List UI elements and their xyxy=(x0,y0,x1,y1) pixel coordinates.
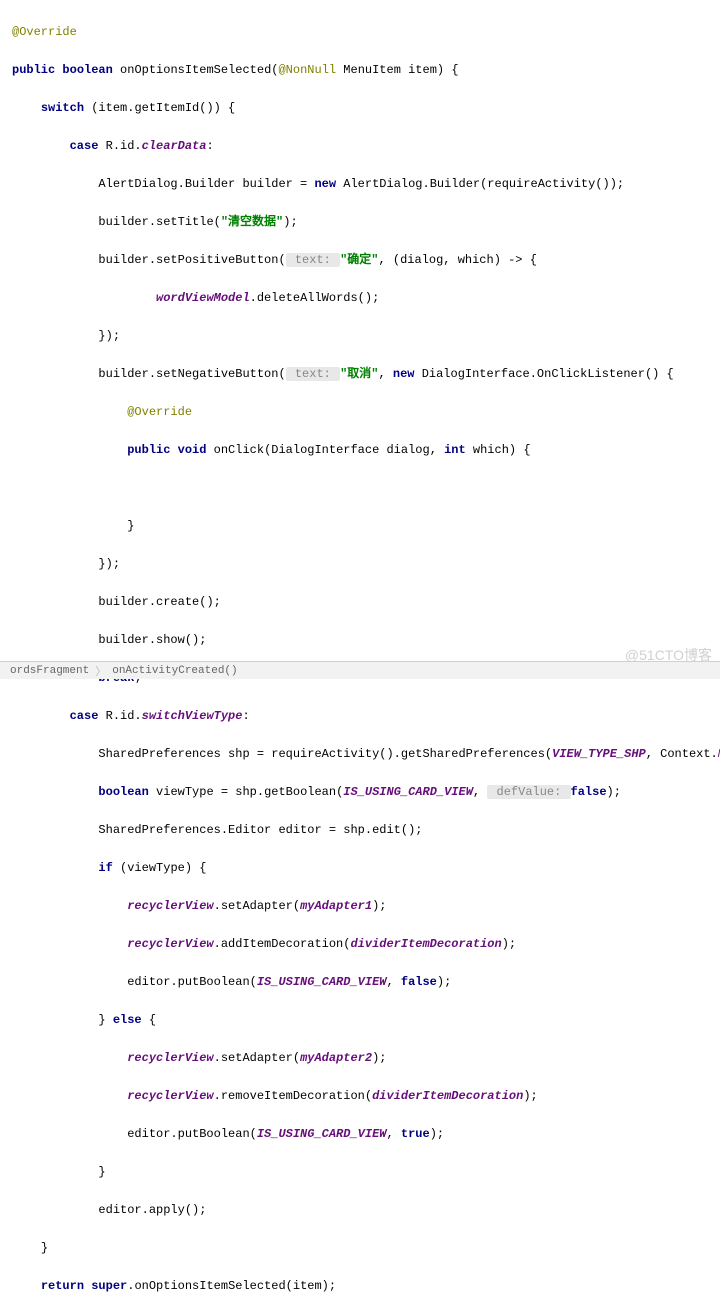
breadcrumb-item[interactable]: onActivityCreated() xyxy=(106,665,243,677)
code-line: if (viewType) { xyxy=(12,859,720,878)
code-line: editor.apply(); xyxy=(12,1201,720,1220)
code-line: recyclerView.addItemDecoration(dividerIt… xyxy=(12,935,720,954)
code-line: builder.create(); xyxy=(12,593,720,612)
code-line xyxy=(12,479,720,498)
code-line: builder.show(); xyxy=(12,631,720,650)
code-line: case R.id.switchViewType: xyxy=(12,707,720,726)
code-line: return super.onOptionsItemSelected(item)… xyxy=(12,1277,720,1296)
code-line: } xyxy=(12,1163,720,1182)
code-line: recyclerView.removeItemDecoration(divide… xyxy=(12,1087,720,1106)
code-line: @Override xyxy=(12,403,720,422)
code-editor[interactable]: @Override public boolean onOptionsItemSe… xyxy=(0,0,720,1315)
code-line: recyclerView.setAdapter(myAdapter2); xyxy=(12,1049,720,1068)
code-line: AlertDialog.Builder builder = new AlertD… xyxy=(12,175,720,194)
code-line: builder.setPositiveButton( text: "确定", (… xyxy=(12,251,720,270)
code-line: public boolean onOptionsItemSelected(@No… xyxy=(12,61,720,80)
code-line: } else { xyxy=(12,1011,720,1030)
code-line: public void onClick(DialogInterface dial… xyxy=(12,441,720,460)
code-line: }); xyxy=(12,327,720,346)
code-line: recyclerView.setAdapter(myAdapter1); xyxy=(12,897,720,916)
code-line: editor.putBoolean(IS_USING_CARD_VIEW, fa… xyxy=(12,973,720,992)
breadcrumb-item[interactable]: ordsFragment xyxy=(4,665,95,677)
code-line: SharedPreferences.Editor editor = shp.ed… xyxy=(12,821,720,840)
code-line: SharedPreferences shp = requireActivity(… xyxy=(12,745,720,764)
code-line: case R.id.clearData: xyxy=(12,137,720,156)
code-line: boolean viewType = shp.getBoolean(IS_USI… xyxy=(12,783,720,802)
code-line: builder.setNegativeButton( text: "取消", n… xyxy=(12,365,720,384)
code-line: } xyxy=(12,1239,720,1258)
code-line: }); xyxy=(12,555,720,574)
code-line: @Override xyxy=(12,23,720,42)
code-line: } xyxy=(12,517,720,536)
code-line: switch (item.getItemId()) { xyxy=(12,99,720,118)
code-line: editor.putBoolean(IS_USING_CARD_VIEW, tr… xyxy=(12,1125,720,1144)
breadcrumb-separator-icon: 〉 xyxy=(95,663,106,679)
code-line: builder.setTitle("清空数据"); xyxy=(12,213,720,232)
breadcrumb: ordsFragment 〉 onActivityCreated() xyxy=(0,661,720,679)
code-line: wordViewModel.deleteAllWords(); xyxy=(12,289,720,308)
